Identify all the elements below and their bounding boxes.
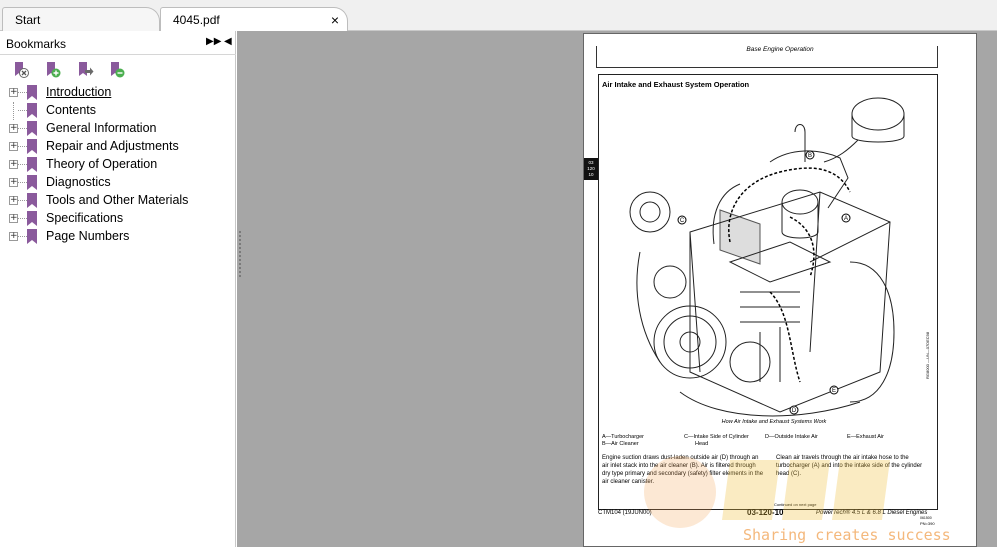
tree-connector (18, 200, 27, 201)
callout-label: E (832, 388, 836, 394)
bookmark-icon (27, 157, 37, 172)
bookmark-item[interactable]: + Repair and Adjustments (0, 138, 236, 156)
tree-connector (18, 236, 27, 237)
bookmark-icon (27, 103, 37, 118)
bookmark-label[interactable]: Page Numbers (46, 229, 129, 243)
callout-label: D (792, 408, 797, 414)
tree-connector (18, 110, 27, 111)
expand-icon[interactable]: + (9, 196, 18, 205)
delete-bookmark-icon[interactable] (12, 61, 30, 79)
tab-start-label: Start (15, 13, 41, 27)
close-tab-icon[interactable]: × (331, 8, 339, 32)
bookmark-item[interactable]: + Specifications (0, 210, 236, 228)
bookmark-label[interactable]: Theory of Operation (46, 157, 157, 171)
tree-connector (18, 164, 27, 165)
tree-connector (18, 218, 27, 219)
tab-document[interactable]: 4045.pdf × (160, 7, 348, 32)
tree-connector (18, 128, 27, 129)
tab-document-label: 4045.pdf (173, 13, 220, 27)
engine-illustration: B C A D E (629, 97, 905, 417)
tab-bar: Start 4045.pdf × (0, 0, 997, 32)
section-title: Air Intake and Exhaust System Operation (602, 80, 750, 89)
callout-label: C (680, 218, 685, 224)
watermark-logo (644, 456, 890, 528)
bookmark-label[interactable]: Repair and Adjustments (46, 139, 179, 153)
bookmark-label[interactable]: Tools and Other Materials (46, 193, 188, 207)
tree-connector (18, 182, 27, 183)
bookmark-label[interactable]: Introduction (46, 85, 111, 99)
expand-icon[interactable]: + (9, 178, 18, 187)
bookmarks-panel-header: Bookmarks ▶▶ ◀ (0, 31, 236, 55)
bookmark-item[interactable]: Contents (0, 102, 236, 120)
bookmarks-panel: Bookmarks ▶▶ ◀ + Introduction Contents + Gen… (0, 31, 236, 547)
bookmark-label[interactable]: Diagnostics (46, 175, 111, 189)
bookmark-icon (27, 211, 37, 226)
bookmark-icon (27, 139, 37, 154)
tree-connector (18, 146, 27, 147)
go-to-bookmark-icon[interactable] (76, 61, 94, 79)
splitter-grip[interactable] (239, 231, 241, 277)
section-side-tab: 03 120 10 (584, 158, 598, 180)
expand-icon[interactable]: + (9, 160, 18, 169)
bookmark-icon (27, 193, 37, 208)
collapse-panel-icon[interactable]: ◀ (224, 36, 232, 48)
legend-item: A—Turbocharger (602, 434, 644, 440)
figure-caption: How Air Intake and Exhaust Systems Work (721, 419, 827, 425)
tree-connector (18, 92, 27, 93)
running-title: Base Engine Operation (746, 46, 814, 53)
remove-bookmark-icon[interactable] (108, 61, 126, 79)
callout-label: B (808, 153, 812, 159)
add-bookmark-icon[interactable] (44, 61, 62, 79)
watermark-text: Sharing creates success (743, 526, 951, 544)
bookmark-icon (27, 229, 37, 244)
figure-id: RG8000 —UN—07DEC98 (925, 331, 930, 379)
bookmark-label[interactable]: Specifications (46, 211, 123, 225)
bookmark-item[interactable]: + Page Numbers (0, 228, 236, 246)
bookmark-icon (27, 121, 37, 136)
bookmark-icon (27, 175, 37, 190)
bookmark-icon (27, 85, 37, 100)
bookmark-label[interactable]: General Information (46, 121, 156, 135)
expand-icon[interactable]: + (9, 214, 18, 223)
tree-line (13, 102, 14, 120)
bookmark-item[interactable]: + Tools and Other Materials (0, 192, 236, 210)
bookmark-tree: + Introduction Contents + General Informatio… (0, 84, 236, 246)
expand-icon[interactable]: + (9, 142, 18, 151)
bookmark-label[interactable]: Contents (46, 103, 96, 117)
expand-icon[interactable]: + (9, 232, 18, 241)
expand-icon[interactable]: + (9, 124, 18, 133)
side-tab-line: 10 (588, 172, 594, 177)
bookmark-item[interactable]: + Introduction (0, 84, 236, 102)
expand-panel-icon[interactable]: ▶▶ (206, 36, 221, 48)
bookmarks-panel-title: Bookmarks (6, 37, 67, 51)
expand-icon[interactable]: + (9, 88, 18, 97)
legend-item: B—Air Cleaner (602, 441, 639, 447)
bookmark-item[interactable]: + General Information (0, 120, 236, 138)
bookmark-item[interactable]: + Diagnostics (0, 174, 236, 192)
bookmark-item[interactable]: + Theory of Operation (0, 156, 236, 174)
tab-start[interactable]: Start (2, 7, 160, 32)
callout-label: A (844, 216, 848, 222)
